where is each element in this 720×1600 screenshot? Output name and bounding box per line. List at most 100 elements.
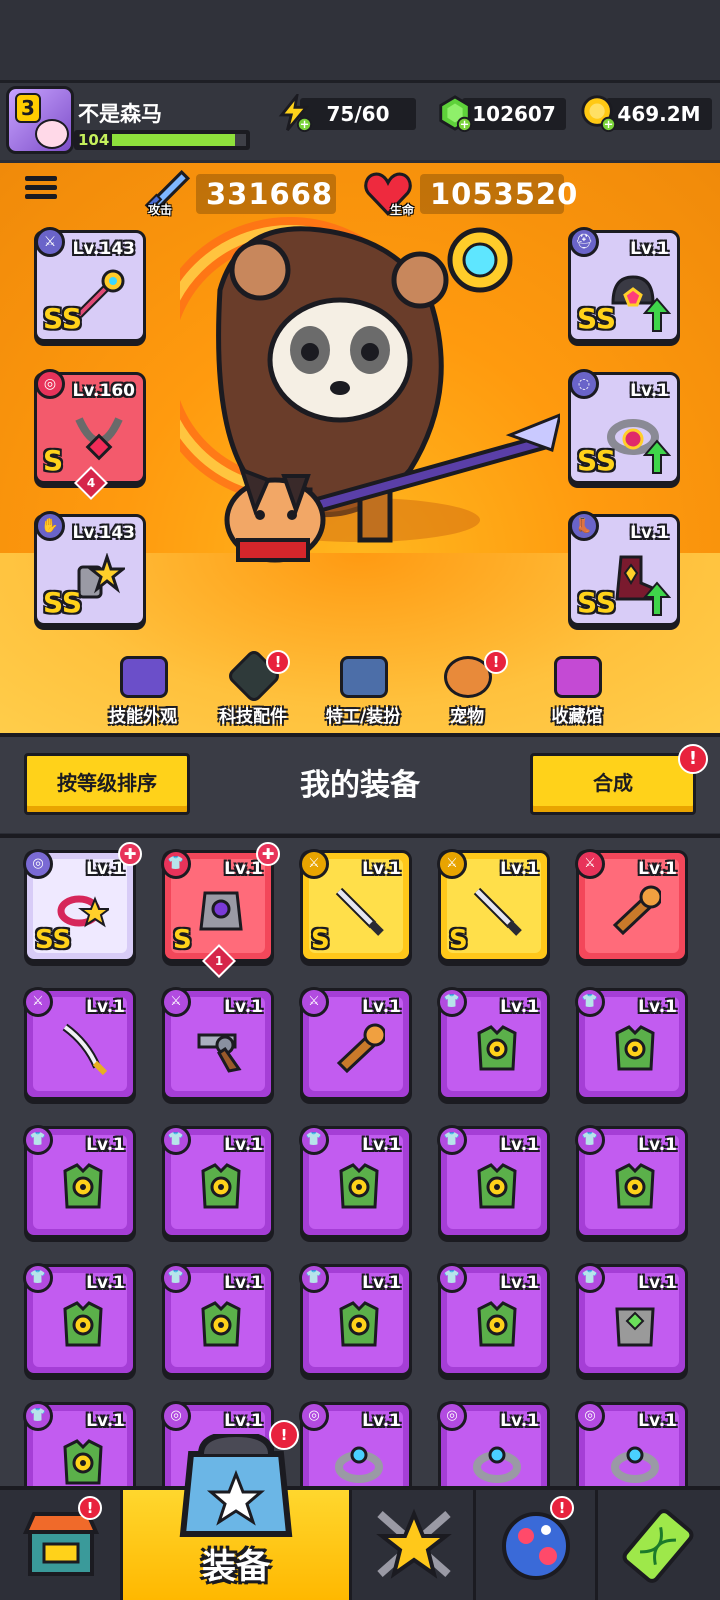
hat-ball-icon [120, 656, 168, 698]
shortcut-agent-outfit[interactable]: 特工/装扮 [308, 650, 418, 730]
nav-genes[interactable] [598, 1490, 720, 1600]
item-level: Lv.1 [86, 1135, 125, 1155]
belt-type-icon: ◌ [569, 369, 599, 399]
nav-eggs[interactable]: ! [476, 1490, 598, 1600]
system-status-bar [0, 0, 720, 80]
inventory-grid: ◎ Lv.1 SS 👕 Lv.1 S 1 ⚔ Lv.1 S ⚔ Lv.1 S ⚔ Lv.1 ⚔ Lv.1 ⚔ Lv.… [0, 834, 720, 1486]
equipped-slot-belt[interactable]: ◌ Lv.1 SS [568, 369, 680, 484]
inventory-item-vest[interactable]: 👕 Lv.1 [299, 1263, 412, 1376]
star-count: 4 [86, 476, 96, 490]
slot-rank: SS [43, 302, 83, 335]
weapon-type-icon: ⚔ [35, 227, 65, 257]
nav-label: 装备 [202, 1547, 270, 1587]
item-type-icon: 👕 [437, 1125, 467, 1155]
item-type-icon: 👕 [437, 1263, 467, 1293]
item-level: Lv.1 [638, 997, 677, 1017]
item-type-icon: ◎ [437, 1401, 467, 1431]
inventory-item-drill[interactable]: ⚔ Lv.1 [575, 849, 688, 962]
nav-equipment[interactable]: ! 装备 [123, 1420, 352, 1600]
item-type-icon: 👕 [23, 1263, 53, 1293]
menu-list-icon[interactable] [25, 176, 57, 206]
helmet-type-icon: ⛑ [569, 227, 599, 257]
inventory-item-vest[interactable]: 👕 Lv.1 [437, 1263, 550, 1376]
inventory-item-armor[interactable]: 👕 Lv.1 S 1 [161, 849, 274, 978]
upgrade-arrow-icon [643, 581, 671, 616]
item-level: Lv.1 [224, 1411, 263, 1431]
inventory-item-vest[interactable]: 👕 Lv.1 [575, 1125, 688, 1238]
alert-badge-icon: ! [78, 1496, 102, 1520]
hp-value: 1053520 [420, 174, 577, 214]
inventory-item-drill[interactable]: ⚔ Lv.1 [299, 987, 412, 1100]
inventory-item-ring[interactable]: ◎ Lv.1 [575, 1401, 688, 1486]
shortcut-skill-skin[interactable]: 技能外观 [88, 650, 198, 730]
inventory-item-vest[interactable]: 👕 Lv.1 [437, 1125, 550, 1238]
item-rank: S [449, 925, 468, 955]
upgrade-arrow-icon [643, 439, 671, 474]
shortcut-pets[interactable]: ! 宠物 [412, 650, 522, 730]
item-type-icon: 👕 [575, 987, 605, 1017]
inventory-item-revolver[interactable]: ⚔ Lv.1 [161, 987, 274, 1100]
inventory-item-katana[interactable]: ⚔ Lv.1 S [299, 849, 412, 962]
inventory-item-sword[interactable]: ⚔ Lv.1 [23, 987, 136, 1100]
player-level-bar: 104 [74, 130, 250, 150]
inventory-item-vest[interactable]: 👕 Lv.1 [23, 1125, 136, 1238]
game-screen: 3 不是森马 104 75/60 + 102607 + 469.2M + 331… [0, 0, 720, 1600]
svg-text:+: + [604, 117, 614, 131]
inventory-item-stone-armor[interactable]: 👕 Lv.1 [575, 1263, 688, 1376]
inventory-item-ring[interactable]: ◎ Lv.1 [299, 1401, 412, 1486]
inventory-item-katana[interactable]: ⚔ Lv.1 S [437, 849, 550, 962]
gloves-type-icon: ✋ [35, 511, 65, 541]
player-level: 104 [78, 131, 110, 149]
inventory-item-vest[interactable]: 👕 Lv.1 [161, 1263, 274, 1376]
treasure-chest-icon [554, 656, 602, 698]
equipped-slot-gloves[interactable]: ✋ Lv.143 SS [34, 511, 146, 626]
player-avatar[interactable]: 3 [6, 86, 74, 154]
inventory-item-vest[interactable]: 👕 Lv.1 [161, 1125, 274, 1238]
hero-character [180, 217, 560, 563]
item-type-icon: ⚔ [575, 849, 605, 879]
dna-battery-icon [622, 1509, 694, 1583]
inventory-item-vest[interactable]: 👕 Lv.1 [575, 987, 688, 1100]
shortcut-label: 收藏馆 [551, 707, 603, 727]
item-level: Lv.1 [86, 1273, 125, 1293]
equipment-icon [179, 1434, 293, 1537]
sort-by-level-button[interactable]: 按等级排序 [24, 753, 190, 815]
inventory-item-collar[interactable]: ◎ Lv.1 SS [23, 849, 136, 962]
new-item-badge-icon: ✚ [118, 842, 142, 866]
new-item-badge-icon: ✚ [256, 842, 280, 866]
equipped-slot-weapon[interactable]: ⚔ Lv.143 SS [34, 227, 146, 342]
energy-icon[interactable]: + [276, 94, 314, 132]
equipped-slot-necklace[interactable]: ◎ Lv.160 S 4 [34, 369, 146, 500]
item-level: Lv.1 [362, 1273, 401, 1293]
slot-level: Lv.143 [72, 523, 135, 543]
shortcut-collection[interactable]: 收藏馆 [522, 650, 632, 730]
merge-alert-icon: ! [678, 744, 708, 774]
player-name: 不是森马 [78, 102, 162, 126]
item-type-icon: 👕 [161, 1263, 191, 1293]
item-level: Lv.1 [362, 1411, 401, 1431]
equipped-slot-boots[interactable]: 👢 Lv.1 SS [568, 511, 680, 626]
shortcut-tech-parts[interactable]: ! 科技配件 [198, 647, 308, 730]
gold-coin-icon[interactable]: + [580, 94, 618, 132]
star-swords-icon [376, 1508, 452, 1579]
green-gem-icon[interactable]: + [436, 94, 474, 132]
slot-level: Lv.1 [630, 381, 669, 401]
inventory-item-vest[interactable]: 👕 Lv.1 [437, 987, 550, 1100]
slot-level: Lv.1 [630, 523, 669, 543]
item-rank: S [311, 925, 330, 955]
item-type-icon: 👕 [161, 849, 191, 879]
inventory-item-vest[interactable]: 👕 Lv.1 [299, 1125, 412, 1238]
inventory-item-ring[interactable]: ◎ Lv.1 [437, 1401, 550, 1486]
nav-shop[interactable]: ! [0, 1490, 123, 1600]
item-type-icon: ⚔ [437, 849, 467, 879]
item-level: Lv.1 [86, 1411, 125, 1431]
merge-button[interactable]: 合成 [530, 753, 696, 815]
item-type-icon: 👕 [23, 1401, 53, 1431]
equipped-slot-helmet[interactable]: ⛑ Lv.1 SS [568, 227, 680, 342]
inventory-item-vest[interactable]: 👕 Lv.1 [23, 1401, 136, 1486]
inventory-item-vest[interactable]: 👕 Lv.1 [23, 1263, 136, 1376]
nav-heroes[interactable] [352, 1490, 476, 1600]
slot-rank: SS [577, 586, 617, 619]
item-level: Lv.1 [362, 997, 401, 1017]
alert-badge-icon: ! [550, 1496, 574, 1520]
